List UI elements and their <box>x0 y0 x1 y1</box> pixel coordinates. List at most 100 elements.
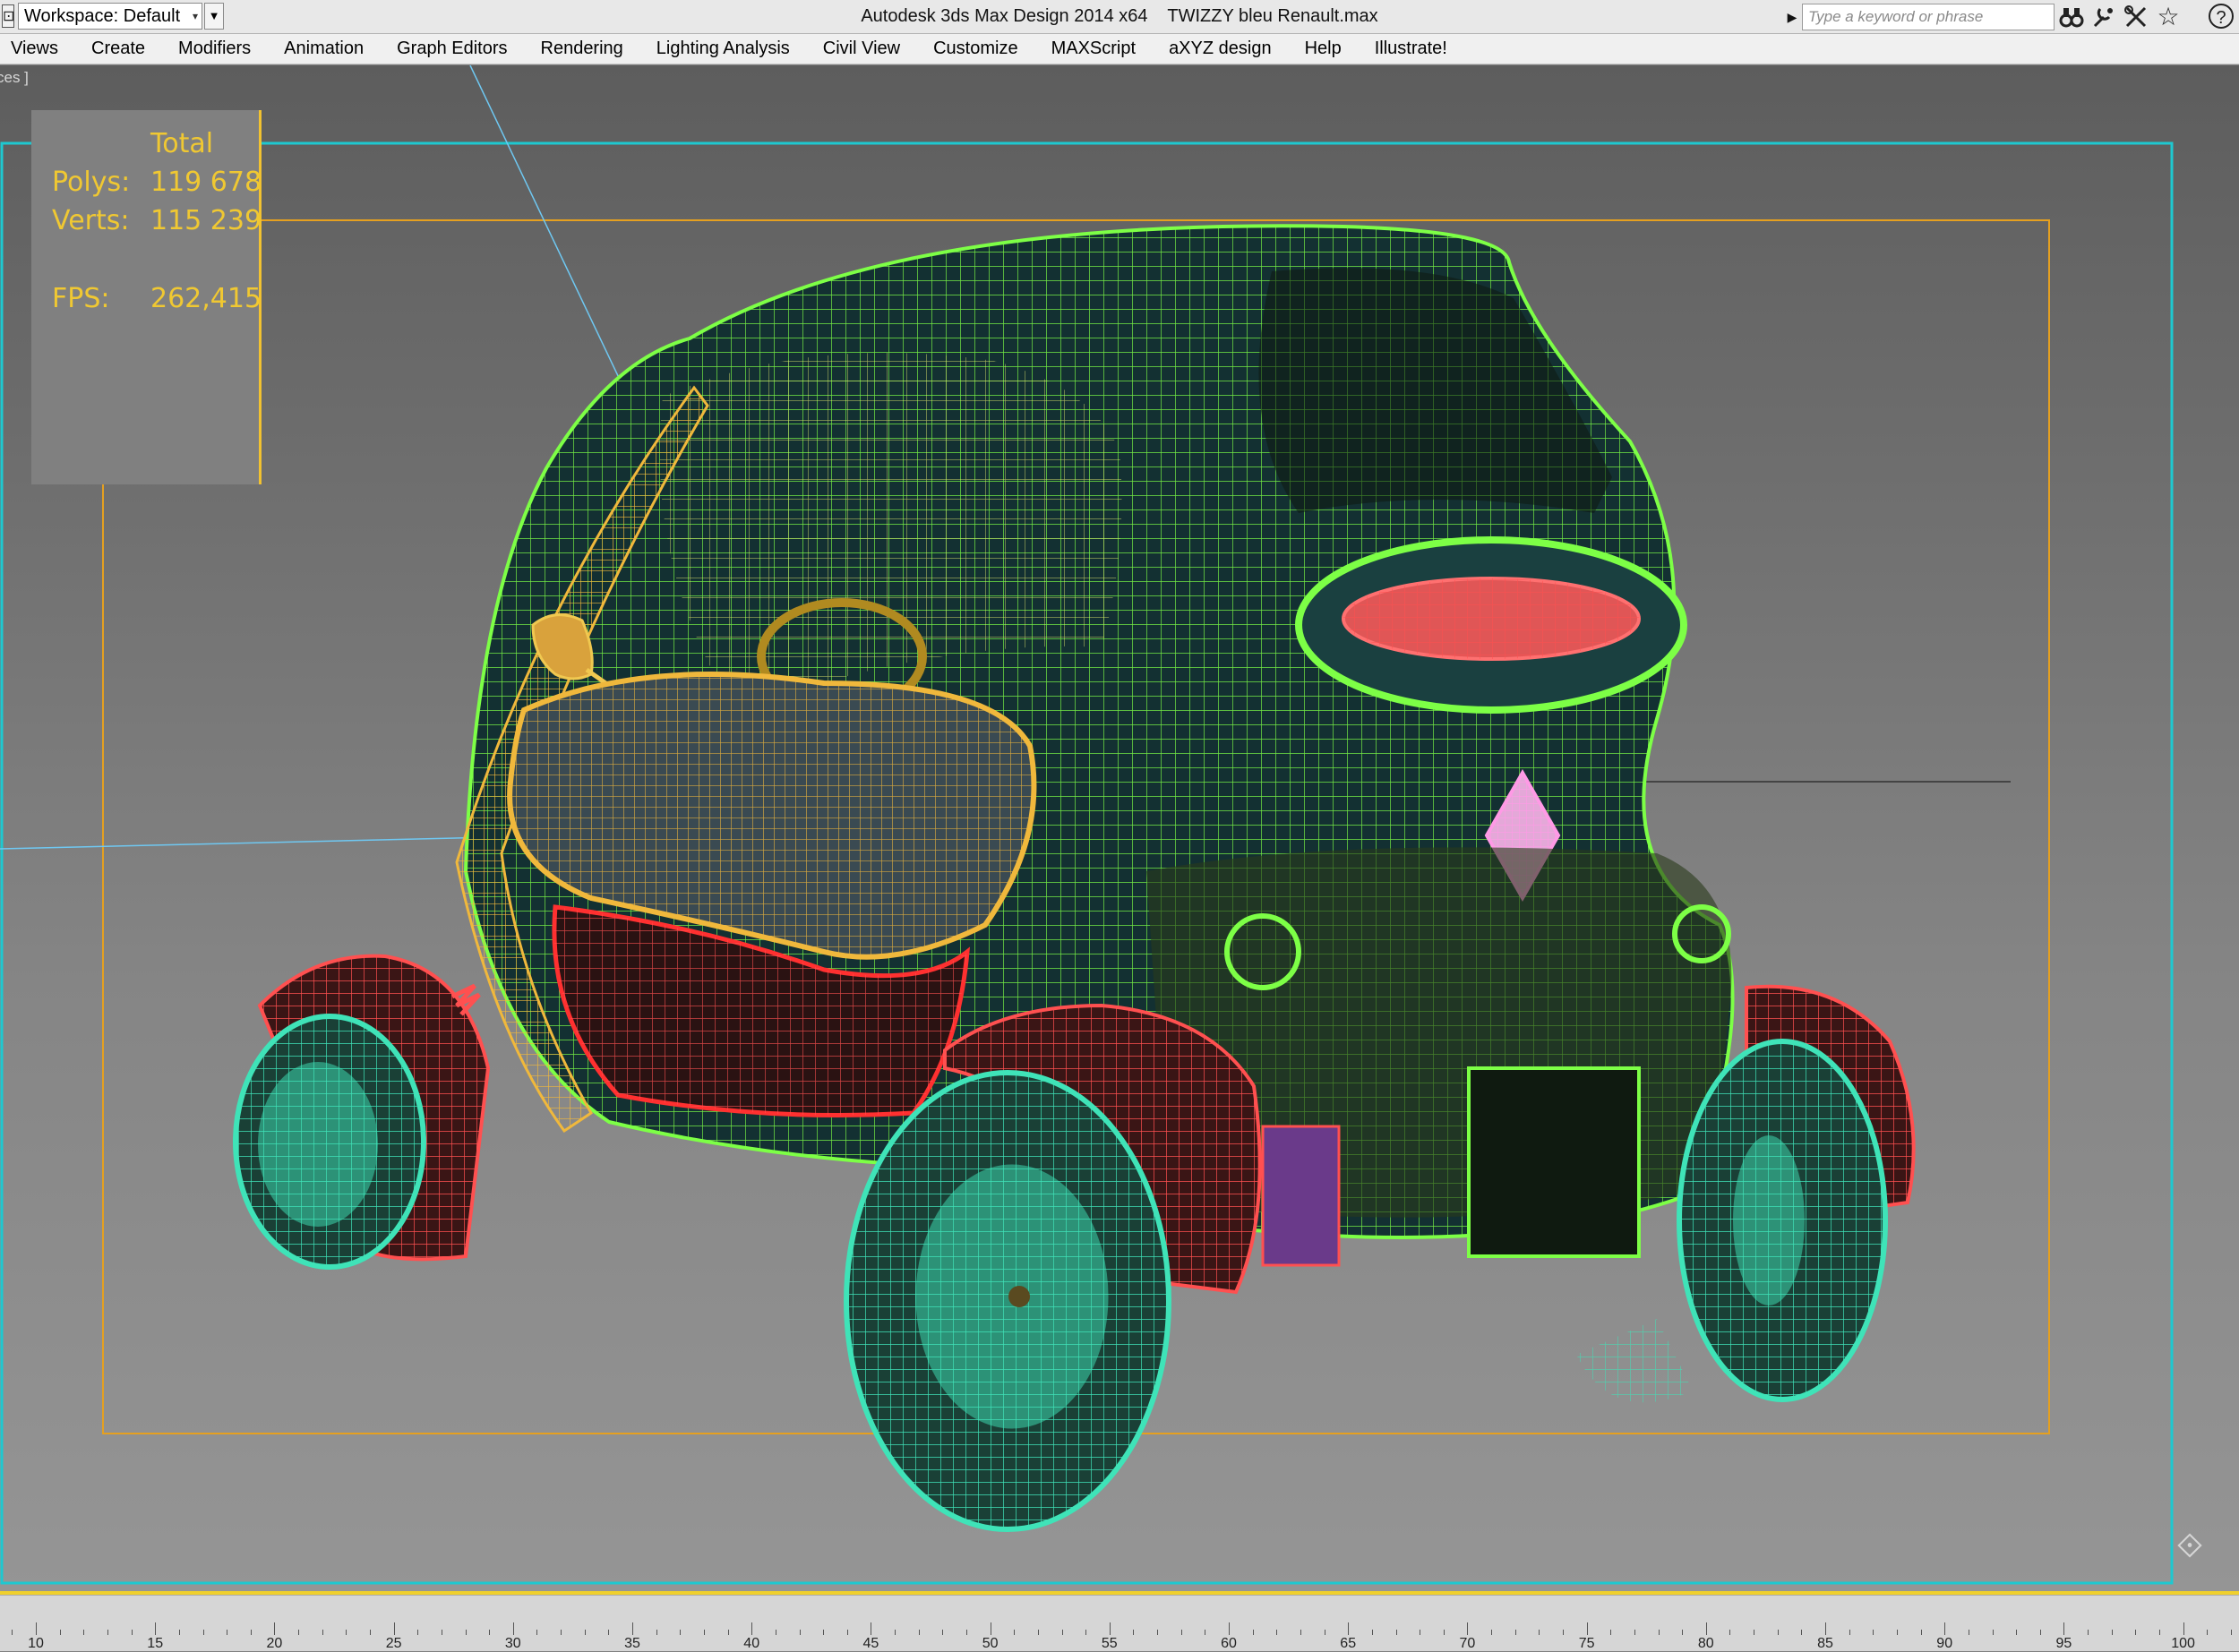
perspective-viewport[interactable]: ces ] Total Polys: 119 678 Verts: 115 23… <box>0 65 2239 1591</box>
timeline-tick <box>2016 1630 2018 1635</box>
timeline-tick <box>1777 1630 1779 1635</box>
help-icon[interactable]: ? <box>2209 4 2234 29</box>
timeline-tick <box>751 1622 753 1635</box>
timeline-tick <box>1085 1630 1087 1635</box>
tools-icon[interactable] <box>2123 4 2149 30</box>
title-bar: ⊡ Workspace: Default ▾ ▼ Autodesk 3ds Ma… <box>0 0 2239 34</box>
menu-help[interactable]: Help <box>1305 39 1342 59</box>
menu-rendering[interactable]: Rendering <box>541 39 623 59</box>
viewport-label[interactable]: ces ] <box>0 69 29 87</box>
timeline-tick <box>1658 1630 1660 1635</box>
timeline-tick <box>2088 1630 2089 1635</box>
polys-value: 119 678 <box>150 167 262 198</box>
timeline-tick <box>846 1630 848 1635</box>
menu-animation[interactable]: Animation <box>284 39 364 59</box>
timeline-tick <box>799 1630 801 1635</box>
timeline-tick <box>1634 1630 1635 1635</box>
timeline-tick <box>1586 1622 1588 1635</box>
timeline-tick-label: 40 <box>743 1636 760 1651</box>
timeline-tick <box>1371 1630 1373 1635</box>
timeline-tick <box>680 1630 682 1635</box>
timeline-tick <box>155 1622 157 1635</box>
menu-axyz-design[interactable]: aXYZ design <box>1169 39 1272 59</box>
timeline-tick <box>489 1630 491 1635</box>
timeline-tick <box>346 1630 347 1635</box>
menu-bar: Views Create Modifiers Animation Graph E… <box>0 34 2239 64</box>
menu-lighting-analysis[interactable]: Lighting Analysis <box>656 39 790 59</box>
menu-illustrate[interactable]: Illustrate! <box>1375 39 1447 59</box>
timeline-tick <box>1992 1630 1994 1635</box>
timeline-tick <box>1037 1630 1039 1635</box>
rear-right-rim <box>1733 1135 1805 1305</box>
timeline-tick-label: 80 <box>1697 1636 1714 1651</box>
timeline-tick <box>1539 1630 1540 1635</box>
fps-value: 262,415 <box>150 283 262 314</box>
timeline-tick <box>918 1630 920 1635</box>
timeline-tick <box>584 1630 586 1635</box>
binoculars-icon[interactable] <box>2058 4 2085 30</box>
timeline-tick <box>1705 1622 1707 1635</box>
timeline-tick <box>59 1630 61 1635</box>
connect-icon[interactable] <box>2090 4 2117 30</box>
timeline-tick-label: 20 <box>266 1636 283 1651</box>
menu-maxscript[interactable]: MAXScript <box>1051 39 1136 59</box>
timeline-tick <box>1801 1630 1803 1635</box>
timeline-tick <box>417 1630 419 1635</box>
timeline-tick <box>1180 1630 1182 1635</box>
timeline-tick <box>1467 1622 1469 1635</box>
timeline-tick <box>1443 1630 1445 1635</box>
menu-graph-editors[interactable]: Graph Editors <box>397 39 507 59</box>
timeline-tick <box>656 1630 657 1635</box>
timeline-tick-label: 90 <box>1936 1636 1953 1651</box>
menu-create[interactable]: Create <box>91 39 145 59</box>
timeline-tick <box>131 1630 133 1635</box>
polys-label: Polys: <box>52 167 131 198</box>
menu-civil-view[interactable]: Civil View <box>823 39 900 59</box>
timeline-tick <box>1348 1622 1350 1635</box>
timeline-tick <box>12 1630 13 1635</box>
timeline-tick <box>512 1622 514 1635</box>
timeline-tick <box>1061 1630 1063 1635</box>
timeline-tick <box>1896 1630 1898 1635</box>
timeline-tick-label: 70 <box>1459 1636 1476 1651</box>
timeline-tick <box>2063 1622 2065 1635</box>
timeline-tick <box>1514 1630 1516 1635</box>
timeline-tick <box>1300 1630 1301 1635</box>
timeline-tick <box>1563 1630 1564 1635</box>
app-title: Autodesk 3ds Max Design 2014 x64 <box>861 6 1148 26</box>
timeline-tick-label: 100 <box>2171 1636 2195 1651</box>
timeline-tick <box>370 1630 371 1635</box>
timeline-tick-label: 35 <box>624 1636 640 1651</box>
menu-views[interactable]: Views <box>11 39 58 59</box>
timeline-tick <box>274 1622 276 1635</box>
timeline-tick-label: 85 <box>1817 1636 1833 1651</box>
timeline-tick <box>536 1630 538 1635</box>
search-expand-icon[interactable]: ▶ <box>1784 4 1800 30</box>
timeline-tick <box>1944 1622 1946 1635</box>
reflector-left <box>1261 1125 1341 1267</box>
verts-label: Verts: <box>52 205 130 236</box>
statistics-overlay: Total Polys: 119 678 Verts: 115 239 FPS:… <box>31 110 262 484</box>
favorites-star-icon[interactable]: ☆ <box>2155 4 2182 30</box>
viewport-scene <box>0 65 2174 1585</box>
timeline-tick <box>2183 1622 2184 1635</box>
timeline-tick <box>322 1630 323 1635</box>
search-input[interactable] <box>1802 4 2055 30</box>
timeline-tick-label: 50 <box>982 1636 999 1651</box>
menu-modifiers[interactable]: Modifiers <box>178 39 251 59</box>
timeline-tick <box>1491 1630 1493 1635</box>
timeline-tick <box>2230 1630 2232 1635</box>
menu-customize[interactable]: Customize <box>933 39 1017 59</box>
timeline-tick <box>1682 1630 1684 1635</box>
timeline-tick <box>1133 1630 1135 1635</box>
timeline-tick <box>393 1622 395 1635</box>
timeline-tick <box>178 1630 180 1635</box>
timeline-tick <box>608 1630 610 1635</box>
track-bar[interactable]: 10 15 20 25 30 35 40 45 50 55 60 65 70 75 80 85 90 95 100 <box>0 1595 2239 1651</box>
viewcube-home-icon[interactable]: ⟐ <box>2176 1528 2203 1566</box>
timeline-tick <box>966 1630 967 1635</box>
timeline-tick-label: 55 <box>1101 1636 1118 1651</box>
timeline-tick-label: 95 <box>2055 1636 2072 1651</box>
timeline-tick <box>107 1630 108 1635</box>
timeline-tick-label: 25 <box>385 1636 402 1651</box>
